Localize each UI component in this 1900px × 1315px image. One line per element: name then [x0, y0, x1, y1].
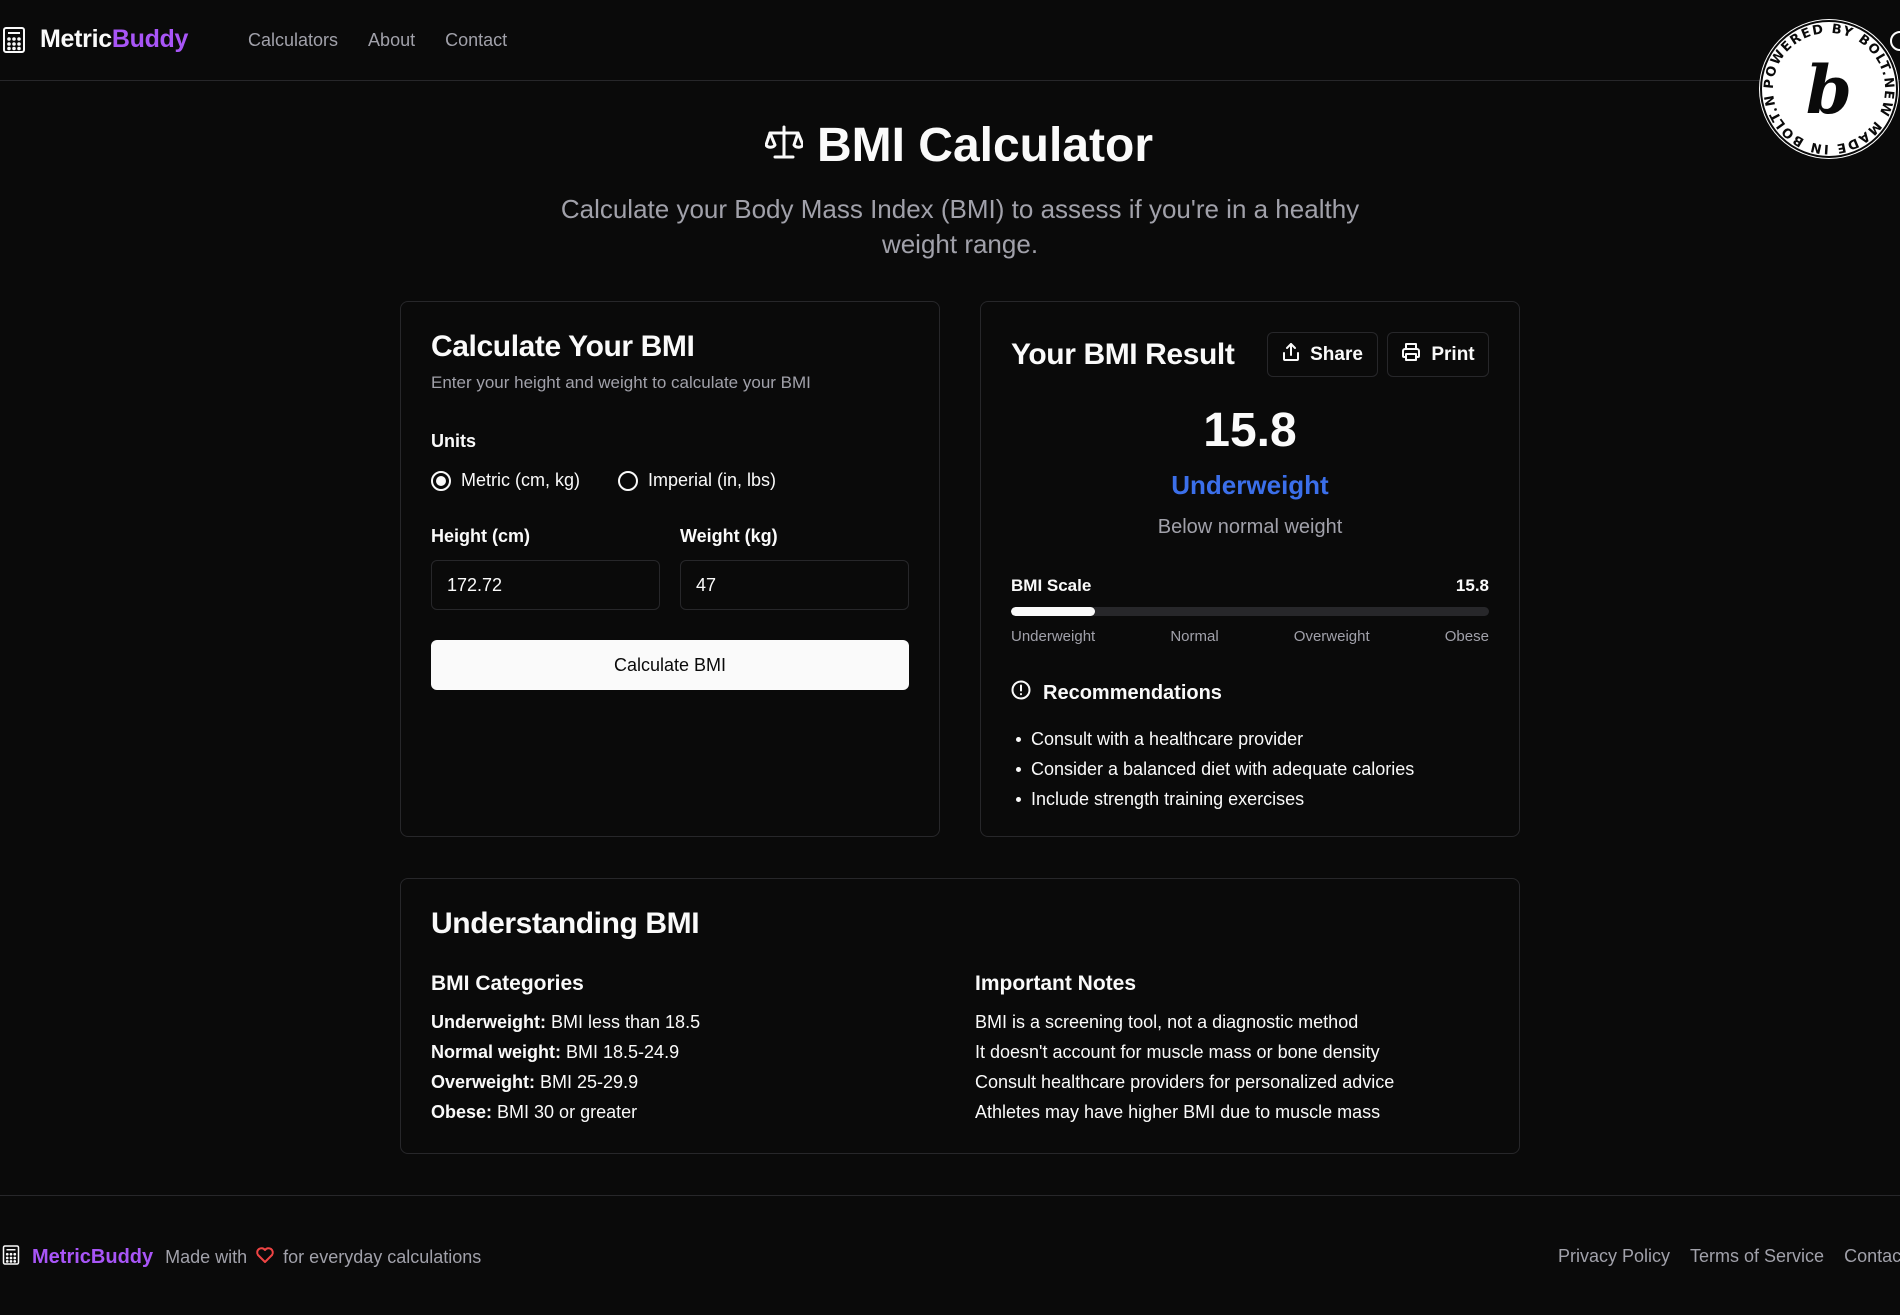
calculator-icon: [2, 26, 26, 54]
nav-calculators[interactable]: Calculators: [248, 30, 338, 51]
site-footer: MetricBuddy Made with for everyday calcu…: [0, 1195, 1900, 1315]
list-item: Athletes may have higher BMI due to musc…: [975, 1102, 1381, 1122]
scale-tick-underweight: Underweight: [1011, 628, 1096, 645]
footer-link-contact[interactable]: Contact: [1844, 1246, 1900, 1267]
weight-label: Weight (kg): [680, 526, 778, 546]
calculator-title: Calculate Your BMI: [431, 330, 695, 363]
result-card: Your BMI Result Share Print 15.8 Underwe…: [980, 301, 1520, 837]
printer-icon: [1401, 342, 1421, 368]
footer-brand-name[interactable]: MetricBuddy: [32, 1246, 153, 1269]
bmi-scale-value: 15.8: [1455, 576, 1489, 595]
recommendations-list: Consult with a healthcare provider Consi…: [1015, 724, 1414, 814]
site-header: MetricBuddy Calculators About Contact: [0, 0, 1900, 81]
result-title: Your BMI Result: [1011, 338, 1235, 371]
radio-imperial-indicator[interactable]: [618, 470, 638, 491]
notes-title: Important Notes: [975, 972, 1137, 995]
list-item: Include strength training exercises: [1015, 784, 1414, 814]
scale-tick-overweight: Overweight: [1293, 628, 1370, 645]
list-item: Consult healthcare providers for persona…: [975, 1072, 1395, 1092]
list-item: Overweight: BMI 25-29.9: [431, 1072, 639, 1092]
categories-title: BMI Categories: [431, 972, 584, 995]
page-subtitle: Calculate your Body Mass Index (BMI) to …: [560, 194, 1360, 259]
brand-logo[interactable]: MetricBuddy: [2, 25, 188, 54]
bmi-scale-bar: [1011, 607, 1489, 616]
print-button[interactable]: Print: [1387, 332, 1489, 377]
page-title: BMI Calculator: [0, 118, 1900, 173]
footer-brand: MetricBuddy Made with for everyday calcu…: [2, 1244, 481, 1271]
info-title: Understanding BMI: [431, 907, 700, 940]
bmi-scale-label: BMI Scale: [1011, 576, 1092, 595]
nav-contact[interactable]: Contact: [445, 30, 507, 51]
scale-icon: [764, 118, 805, 173]
bmi-description: Below normal weight: [1157, 516, 1343, 538]
weight-input[interactable]: [680, 560, 909, 610]
calculator-card: Calculate Your BMI Enter your height and…: [400, 301, 940, 837]
categories-list: Underweight: BMI less than 18.5 Normal w…: [431, 1007, 700, 1127]
height-label: Height (cm): [431, 526, 530, 546]
footer-links: Privacy Policy Terms of Service Contact: [1558, 1246, 1900, 1267]
main-nav: Calculators About Contact: [248, 30, 507, 51]
bmi-category: Underweight: [1171, 470, 1329, 500]
calculator-icon: [2, 1244, 20, 1271]
understanding-bmi-card: Understanding BMI BMI Categories Underwe…: [400, 878, 1520, 1154]
footer-made-with: Made with: [165, 1247, 248, 1267]
list-item: Normal weight: BMI 18.5-24.9: [431, 1042, 680, 1062]
calculator-description: Enter your height and weight to calculat…: [431, 373, 811, 392]
heart-icon: [255, 1246, 275, 1269]
footer-link-privacy[interactable]: Privacy Policy: [1558, 1246, 1670, 1267]
bmi-scale-fill: [1011, 607, 1095, 616]
calculate-button[interactable]: Calculate BMI: [431, 640, 909, 690]
list-item: It doesn't account for muscle mass or bo…: [975, 1042, 1380, 1062]
brand-name: MetricBuddy: [40, 25, 189, 53]
radio-metric[interactable]: Metric (cm, kg): [431, 470, 580, 491]
units-label: Units: [431, 431, 476, 451]
list-item: Consider a balanced diet with adequate c…: [1015, 754, 1414, 784]
footer-tagline: for everyday calculations: [283, 1247, 482, 1267]
nav-about[interactable]: About: [368, 30, 415, 51]
list-item: Underweight: BMI less than 18.5: [431, 1012, 701, 1032]
share-icon: [1282, 342, 1300, 368]
notes-list: BMI is a screening tool, not a diagnosti…: [975, 1007, 1394, 1127]
bmi-scale-ticks: Underweight Normal Overweight Obese: [1011, 628, 1489, 645]
scale-tick-obese: Obese: [1444, 628, 1489, 645]
list-item: Obese: BMI 30 or greater: [431, 1102, 638, 1122]
share-button[interactable]: Share: [1267, 332, 1378, 377]
height-input[interactable]: [431, 560, 660, 610]
bmi-value: 15.8: [1203, 404, 1297, 457]
scale-tick-normal: Normal: [1170, 628, 1219, 645]
alert-circle-icon: [1011, 680, 1031, 706]
footer-link-terms[interactable]: Terms of Service: [1690, 1246, 1824, 1267]
list-item: Consult with a healthcare provider: [1015, 724, 1414, 754]
radio-metric-indicator[interactable]: [431, 470, 451, 491]
list-item: BMI is a screening tool, not a diagnosti…: [975, 1012, 1359, 1032]
recommendations-heading: Recommendations: [1011, 680, 1222, 706]
radio-imperial[interactable]: Imperial (in, lbs): [618, 470, 776, 491]
